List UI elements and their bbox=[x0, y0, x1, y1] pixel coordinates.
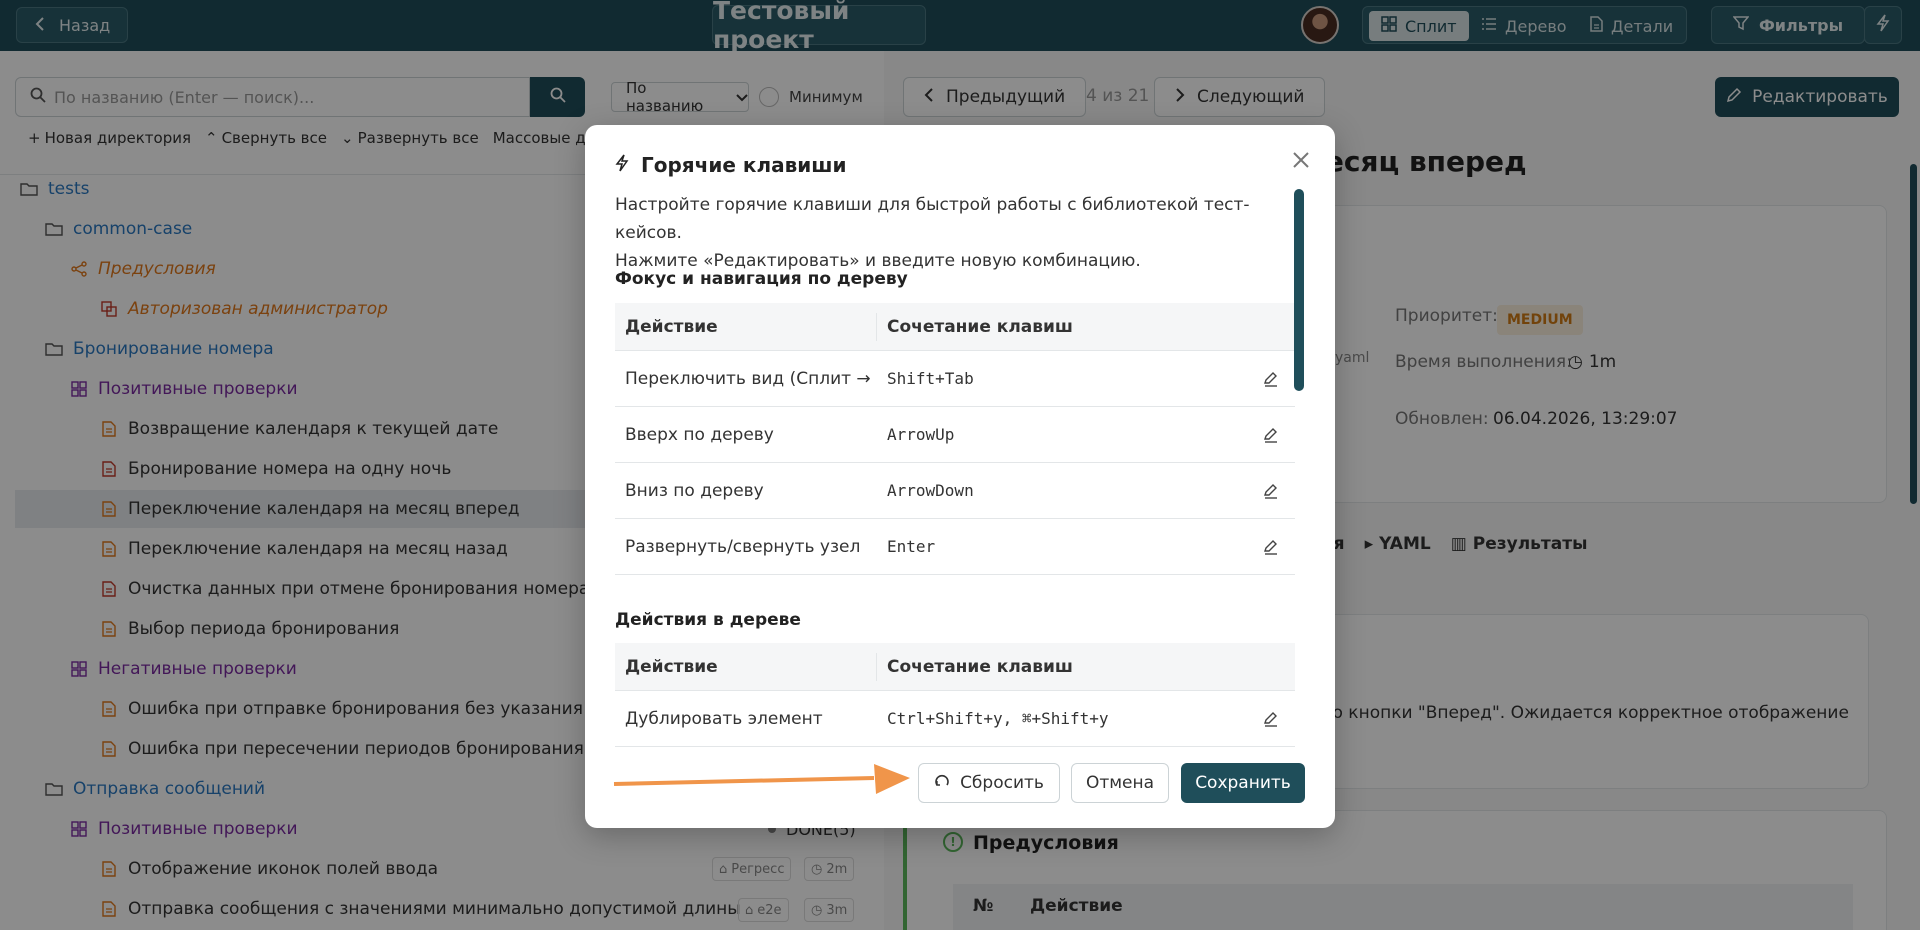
close-icon bbox=[1292, 151, 1310, 173]
row-action: Вверх по дереву bbox=[625, 424, 774, 445]
edit-hotkey-button[interactable] bbox=[1261, 369, 1281, 389]
row-action: Вниз по дереву bbox=[625, 480, 764, 501]
dialog-description: Настройте горячие клавиши для быстрой ра… bbox=[615, 191, 1295, 275]
row-action: Развернуть/свернуть узел bbox=[625, 536, 861, 557]
reset-icon bbox=[934, 773, 950, 794]
dialog-title-text: Горячие клавиши bbox=[641, 153, 847, 177]
table-row: Вверх по дереву ArrowUp bbox=[615, 407, 1295, 463]
row-keys: ArrowDown bbox=[887, 481, 974, 500]
row-keys: Ctrl+Shift+y, ⌘+Shift+y bbox=[887, 709, 1109, 728]
hotkeys-dialog: Горячие клавиши Настройте горячие клавиш… bbox=[585, 125, 1335, 828]
dialog-title: Горячие клавиши bbox=[615, 153, 847, 177]
col-keys: Сочетание клавиш bbox=[887, 656, 1073, 677]
table-header: Действие Сочетание клавиш bbox=[615, 643, 1295, 691]
table-row: Дублировать элемент Ctrl+Shift+y, ⌘+Shif… bbox=[615, 691, 1295, 747]
col-action: Действие bbox=[615, 652, 877, 681]
table-row: Переключить вид (Сплит → ... Shift+Tab bbox=[615, 351, 1295, 407]
table-row: Развернуть/свернуть узел Enter bbox=[615, 519, 1295, 575]
cancel-button[interactable]: Отмена bbox=[1071, 763, 1169, 803]
dialog-scrollbar[interactable] bbox=[1294, 189, 1304, 749]
row-action: Переключить вид (Сплит → ... bbox=[625, 368, 877, 389]
row-keys: Shift+Tab bbox=[887, 369, 974, 388]
section-title: Фокус и навигация по дереву bbox=[615, 269, 908, 289]
row-action: Дублировать элемент bbox=[625, 708, 823, 729]
table-row: Вниз по дереву ArrowDown bbox=[615, 463, 1295, 519]
edit-hotkey-button[interactable] bbox=[1261, 481, 1281, 501]
row-keys: Enter bbox=[887, 537, 936, 556]
edit-hotkey-button[interactable] bbox=[1261, 537, 1281, 557]
edit-hotkey-button[interactable] bbox=[1261, 709, 1281, 729]
lightning-icon bbox=[615, 153, 629, 177]
annotation-arrow bbox=[613, 764, 910, 794]
close-button[interactable] bbox=[1288, 149, 1314, 175]
description-line: Настройте горячие клавиши для быстрой ра… bbox=[615, 195, 1250, 243]
row-keys: ArrowUp bbox=[887, 425, 955, 444]
edit-hotkey-button[interactable] bbox=[1261, 425, 1281, 445]
hotkeys-table-navigation: Действие Сочетание клавиш Переключить ви… bbox=[615, 303, 1295, 575]
table-header: Действие Сочетание клавиш bbox=[615, 303, 1295, 351]
save-button[interactable]: Сохранить bbox=[1181, 763, 1305, 803]
scrollbar-thumb[interactable] bbox=[1294, 189, 1304, 391]
section-title: Действия в дереве bbox=[615, 610, 801, 630]
col-action: Действие bbox=[615, 312, 877, 341]
hotkeys-table-tree-actions: Действие Сочетание клавиш Дублировать эл… bbox=[615, 643, 1295, 747]
col-keys: Сочетание клавиш bbox=[887, 316, 1073, 337]
reset-button[interactable]: Сбросить bbox=[918, 763, 1060, 803]
reset-label: Сбросить bbox=[960, 773, 1044, 793]
